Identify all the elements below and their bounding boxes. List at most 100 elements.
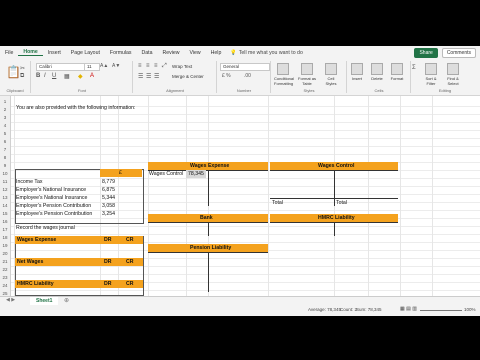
format-table-icon — [301, 63, 313, 75]
format-cells-button[interactable]: Format — [388, 63, 406, 81]
status-sum: Sum: 78,345 — [356, 307, 382, 312]
t-account-line — [270, 198, 398, 199]
lightbulb-icon: 💡 — [230, 49, 237, 56]
font-name-box[interactable]: Calibri — [36, 63, 86, 71]
align-middle-icon[interactable]: ≡ — [146, 63, 150, 69]
format-as-table-button[interactable]: Format as Table — [298, 63, 316, 86]
row-number[interactable]: 14 — [0, 202, 10, 210]
align-left-icon[interactable]: ☰ — [138, 73, 143, 80]
sort-filter-button[interactable]: Sort & Filter — [422, 63, 440, 86]
tab-data[interactable]: Data — [137, 50, 158, 56]
journal-cr: CR — [126, 281, 134, 287]
zoom-slider[interactable] — [420, 310, 462, 311]
orientation-icon[interactable]: ⤢ — [162, 63, 167, 70]
group-font: Calibri 11 A▲ A▼ B I U ▦ ◆ A Font — [32, 61, 133, 93]
tab-help[interactable]: Help — [206, 50, 227, 56]
tell-me-search[interactable]: 💡 Tell me what you want to do — [230, 50, 302, 56]
fill-color-icon[interactable]: ◆ — [78, 73, 83, 80]
row-number[interactable]: 23 — [0, 274, 10, 282]
font-color-icon[interactable]: A — [90, 73, 94, 79]
tell-me-text: Tell me what you want to do — [238, 49, 303, 56]
row-number[interactable]: 12 — [0, 186, 10, 194]
gridline — [10, 138, 480, 139]
excel-window: File Home Insert Page Layout Formulas Da… — [0, 46, 480, 316]
status-average: Average: 78,345 — [308, 307, 341, 312]
tab-file[interactable]: File — [0, 50, 18, 56]
conditional-formatting-button[interactable]: Conditional Formatting — [274, 63, 294, 86]
row-number[interactable]: 19 — [0, 242, 10, 250]
row-number[interactable]: 24 — [0, 282, 10, 290]
cut-icon[interactable]: ✂ — [20, 65, 25, 72]
row-number[interactable]: 16 — [0, 218, 10, 226]
copy-icon[interactable]: ⧉ — [20, 73, 24, 80]
worksheet-grid[interactable]: 1 2 3 4 5 6 7 8 9 10 11 12 13 14 15 16 17 18 19 20 21 22 23 24 2… — [0, 96, 480, 296]
row-number[interactable]: 13 — [0, 194, 10, 202]
insert-cells-button[interactable]: Insert — [348, 63, 366, 81]
row-number[interactable]: 11 — [0, 178, 10, 186]
tab-page-layout[interactable]: Page Layout — [66, 50, 105, 56]
row-number[interactable]: 7 — [0, 146, 10, 154]
row-number[interactable]: 22 — [0, 266, 10, 274]
merge-center-button[interactable]: Merge & Center — [172, 74, 204, 79]
share-button[interactable]: Share — [414, 47, 438, 58]
align-top-icon[interactable]: ≡ — [138, 63, 142, 69]
delete-cells-button[interactable]: Delete — [368, 63, 386, 81]
align-bottom-icon[interactable]: ≡ — [154, 63, 158, 69]
info-label: Income Tax — [16, 179, 43, 185]
t-account-line — [208, 252, 209, 292]
cell-styles-button[interactable]: Cell Styles — [322, 63, 340, 86]
insert-cells-icon — [351, 63, 363, 75]
tab-home[interactable]: Home — [18, 49, 43, 56]
bold-icon[interactable]: B — [36, 73, 40, 79]
row-number[interactable]: 5 — [0, 130, 10, 138]
grow-font-icon[interactable]: A▲ — [100, 63, 108, 69]
insert-cells-label: Insert — [351, 76, 362, 81]
italic-icon[interactable]: I — [44, 73, 46, 79]
group-alignment: ≡ ≡ ≡ ⤢ Wrap Text ☰ ☰ ☰ Merge & Center A… — [134, 61, 217, 93]
ribbon-tabs: File Home Insert Page Layout Formulas Da… — [0, 46, 480, 59]
ribbon-home: 📋 ✂ ⧉ Clipboard Calibri 11 A▲ A▼ B I U ▦… — [0, 59, 480, 96]
cell-styles-label: Cell Styles — [325, 76, 337, 86]
row-number[interactable]: 21 — [0, 258, 10, 266]
row-number[interactable]: 20 — [0, 250, 10, 258]
number-format-box[interactable]: General — [220, 63, 270, 71]
row-number[interactable]: 9 — [0, 162, 10, 170]
underline-icon[interactable]: U — [52, 73, 56, 79]
align-right-icon[interactable]: ☰ — [154, 73, 159, 80]
comments-button[interactable]: Comments — [441, 47, 476, 58]
row-number[interactable]: 17 — [0, 226, 10, 234]
t-entry-value[interactable]: 78,345 — [186, 170, 206, 178]
tab-view[interactable]: View — [185, 50, 206, 56]
borders-icon[interactable]: ▦ — [64, 73, 70, 80]
wrap-text-button[interactable]: Wrap Text — [172, 64, 192, 69]
row-number[interactable]: 15 — [0, 210, 10, 218]
find-select-button[interactable]: Find & Select — [444, 63, 462, 86]
currency-icon[interactable]: £ % — [222, 73, 231, 79]
shrink-font-icon[interactable]: A▼ — [112, 63, 120, 69]
tab-formulas[interactable]: Formulas — [105, 50, 137, 56]
group-styles: Conditional Formatting Format as Table C… — [272, 61, 347, 93]
row-number[interactable]: 3 — [0, 114, 10, 122]
autosum-icon[interactable]: Σ — [412, 65, 416, 71]
paste-icon[interactable]: 📋 — [6, 65, 21, 79]
tab-review[interactable]: Review — [158, 50, 185, 56]
gridline — [432, 96, 433, 296]
tab-insert[interactable]: Insert — [43, 50, 66, 56]
row-number[interactable]: 8 — [0, 154, 10, 162]
row-number[interactable]: 2 — [0, 106, 10, 114]
align-center-icon[interactable]: ☰ — [146, 73, 151, 80]
decimal-icon[interactable]: .00 — [244, 73, 251, 79]
add-sheet-icon[interactable]: ⊕ — [64, 297, 69, 304]
font-size-box[interactable]: 11 — [84, 63, 100, 71]
row-number[interactable]: 18 — [0, 234, 10, 242]
row-number[interactable]: 4 — [0, 122, 10, 130]
info-label: Employer's National Insurance — [16, 187, 87, 193]
row-number[interactable]: 1 — [0, 98, 10, 106]
t-total-label: Total — [336, 200, 347, 206]
row-number[interactable]: 10 — [0, 170, 10, 178]
gridline — [10, 146, 480, 147]
row-number[interactable]: 6 — [0, 138, 10, 146]
conditional-formatting-icon — [277, 63, 289, 75]
tab-scroll-icon[interactable]: ◀ ▶ — [6, 297, 15, 303]
view-mode-icons[interactable]: ▦ ▤ ▥ — [400, 306, 417, 312]
